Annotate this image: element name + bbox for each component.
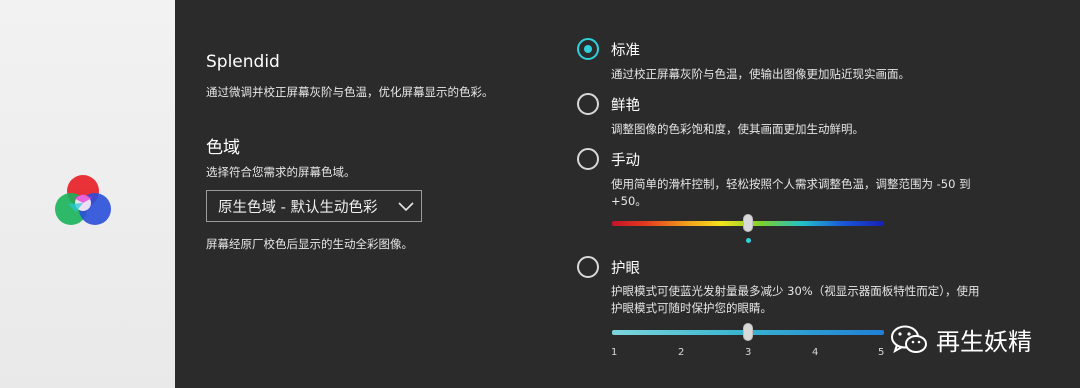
- mode-standard-label: 标准: [611, 43, 640, 59]
- eyecare-tick-label: 1: [611, 347, 618, 358]
- gamut-title: 色域: [206, 138, 240, 158]
- eyecare-tick-label: 5: [878, 347, 885, 358]
- gamut-note: 屏幕经原厂校色后显示的生动全彩图像。: [206, 237, 413, 251]
- eyecare-tick-label: 2: [678, 347, 685, 358]
- splendid-title: Splendid: [206, 52, 280, 72]
- eyecare-slider-thumb[interactable]: [743, 323, 753, 341]
- left-panel: [0, 0, 175, 388]
- mode-eyecare-label: 护眼: [611, 261, 640, 277]
- mode-vivid-label: 鲜艳: [611, 98, 640, 114]
- gamut-dropdown[interactable]: 原生色域 - 默认生动色彩: [206, 190, 422, 222]
- radio-eyecare[interactable]: [577, 256, 599, 278]
- chevron-down-icon: [398, 202, 414, 212]
- eyecare-tick-label: 4: [812, 347, 819, 358]
- radio-vivid[interactable]: [577, 93, 599, 115]
- radio-standard[interactable]: [577, 38, 599, 60]
- watermark: 再生妖精: [890, 322, 1032, 357]
- mode-eyecare-description-line2: 护眼模式可随时保护您的眼睛。: [611, 301, 772, 315]
- mode-manual-description-line2: +50。: [611, 194, 647, 208]
- manual-slider-center-dot: [745, 238, 751, 243]
- manual-slider-thumb[interactable]: [743, 214, 753, 232]
- watermark-text: 再生妖精: [936, 328, 1032, 356]
- color-gamut-logo-icon: [55, 175, 111, 225]
- mode-eyecare-description-line1: 护眼模式可使蓝光发射量最多减少 30%（视显示器面板特性而定），使用: [611, 284, 980, 298]
- radio-manual[interactable]: [577, 148, 599, 170]
- gamut-description: 选择符合您需求的屏幕色域。: [206, 165, 356, 179]
- mode-manual-description-line1: 使用简单的滑杆控制，轻松按照个人需求调整色温，调整范围为 -50 到: [611, 177, 971, 191]
- wechat-icon: [891, 325, 927, 353]
- splendid-description: 通过微调并校正屏幕灰阶与色温，优化屏幕显示的色彩。: [206, 85, 494, 99]
- mode-standard-description: 通过校正屏幕灰阶与色温，使输出图像更加贴近现实画面。: [611, 67, 910, 81]
- eyecare-tick-label: 3: [745, 347, 752, 358]
- mode-manual-label: 手动: [611, 153, 640, 169]
- mode-vivid-description: 调整图像的色彩饱和度，使其画面更加生动鲜明。: [611, 122, 864, 136]
- gamut-selected-value: 原生色域 - 默认生动色彩: [218, 199, 378, 216]
